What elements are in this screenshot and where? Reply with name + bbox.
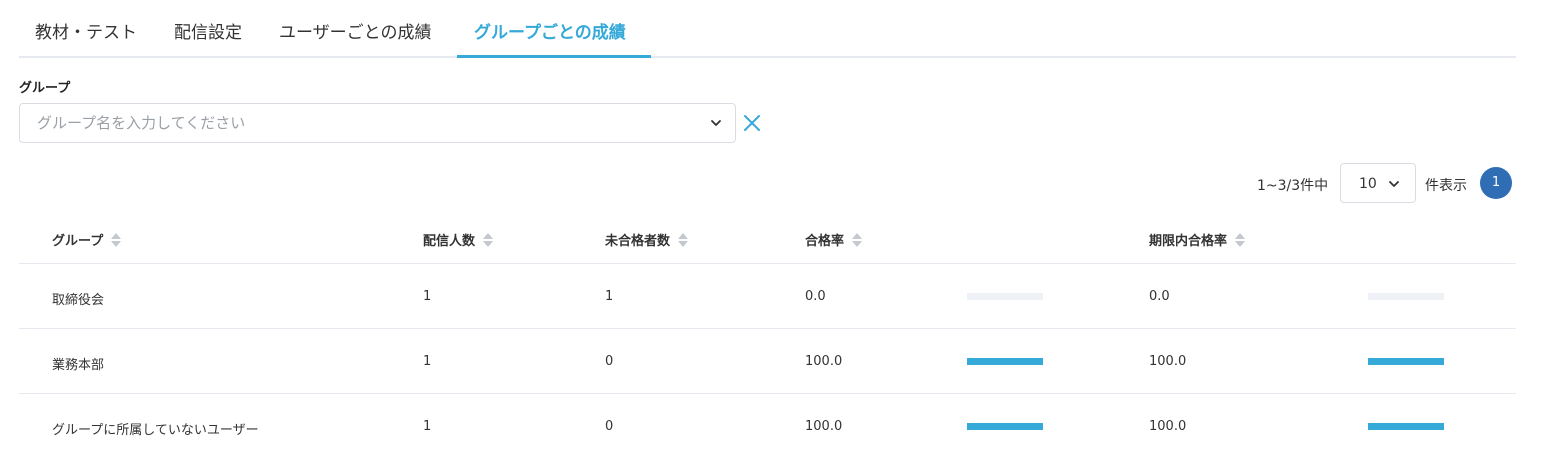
tab-delivery-settings[interactable]: 配信設定 [174,18,242,43]
cell-deadline-pass-rate: 100.0 [1149,354,1187,369]
table-row: 取締役会 1 1 0.0 0.0 [19,264,1516,329]
pass-rate-bar-fill [967,358,1043,365]
chevron-down-icon[interactable] [709,116,723,130]
table-row: グループに所属していないユーザー 1 0 100.0 100.0 [19,394,1516,456]
deadline-pass-rate-bar [1368,358,1444,365]
tab-materials-tests[interactable]: 教材・テスト [35,18,137,43]
table-row: 業務本部 1 0 100.0 100.0 [19,329,1516,394]
group-search-input[interactable] [37,114,687,132]
cell-pass-rate: 0.0 [805,289,826,304]
cell-delivered: 1 [423,419,432,434]
column-header-group[interactable]: グループ [52,230,122,249]
group-select[interactable] [19,103,736,143]
per-page-value: 10 [1359,176,1377,192]
sort-icon[interactable] [1235,232,1246,248]
column-header-not-passed[interactable]: 未合格者数 [605,230,689,249]
tab-results-by-group[interactable]: グループごとの成績 [474,18,626,43]
chevron-down-icon [1389,181,1399,187]
pass-rate-bar [967,293,1043,300]
cell-not-passed: 1 [605,289,614,304]
pass-rate-bar-fill [967,423,1043,430]
cell-not-passed: 0 [605,354,614,369]
per-page-select[interactable]: 10 [1340,163,1416,203]
column-header-pass-rate[interactable]: 合格率 [805,230,863,249]
sort-icon[interactable] [678,232,689,248]
cell-group: 取締役会 [52,293,105,308]
cell-delivered: 1 [423,354,432,369]
deadline-pass-rate-bar-fill [1368,423,1444,430]
tab-bar: 教材・テスト 配信設定 ユーザーごとの成績 グループごとの成績 [19,0,1516,58]
pass-rate-bar [967,423,1043,430]
cell-pass-rate: 100.0 [805,354,843,369]
cell-deadline-pass-rate: 100.0 [1149,419,1187,434]
sort-icon[interactable] [111,232,122,248]
deadline-pass-rate-bar [1368,293,1444,300]
column-header-deadline-pass-rate[interactable]: 期限内合格率 [1149,230,1246,249]
sort-icon[interactable] [483,232,494,248]
column-header-delivered[interactable]: 配信人数 [423,230,494,249]
deadline-pass-rate-bar [1368,423,1444,430]
group-filter-label: グループ [19,81,71,96]
close-icon[interactable] [743,114,761,132]
sort-icon[interactable] [852,232,863,248]
page-button-current[interactable]: 1 [1480,167,1512,199]
cell-deadline-pass-rate: 0.0 [1149,289,1170,304]
group-results-table: グループ 配信人数 未合格者数 合格率 期限内合格率 取締役会 1 1 0.0 … [19,215,1516,456]
per-page-suffix: 件表示 [1425,178,1467,194]
cell-group: 業務本部 [52,358,105,373]
pass-rate-bar [967,358,1043,365]
cell-group: グループに所属していないユーザー [52,423,259,438]
table-header: グループ 配信人数 未合格者数 合格率 期限内合格率 [19,215,1516,264]
deadline-pass-rate-bar-fill [1368,358,1444,365]
pagination-range: 1~3/3件中 [1257,178,1329,194]
tab-results-by-user[interactable]: ユーザーごとの成績 [279,18,432,43]
cell-delivered: 1 [423,289,432,304]
active-tab-indicator [457,55,651,58]
cell-not-passed: 0 [605,419,614,434]
cell-pass-rate: 100.0 [805,419,843,434]
